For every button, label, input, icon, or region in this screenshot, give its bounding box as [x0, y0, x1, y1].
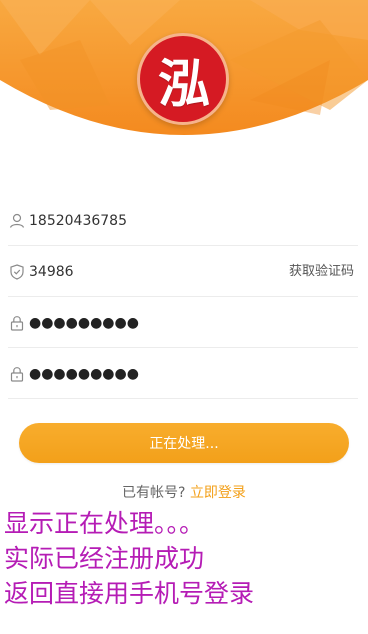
annotation-line-2: 实际已经注册成功 [4, 544, 205, 573]
logo-character: 泓 [157, 54, 210, 115]
confirm-password-field[interactable]: ●●●●●●●●● [8, 349, 358, 399]
shield-check-icon [10, 264, 24, 280]
annotation-line-3: 返回直接用手机号登录 [4, 579, 255, 608]
login-prompt: 已有帐号? 立即登录 [0, 483, 368, 503]
password-field[interactable]: ●●●●●●●●● [8, 298, 358, 348]
lock-icon [10, 367, 24, 382]
app-logo: 泓 [137, 33, 229, 125]
phone-value: 18520436785 [29, 213, 127, 229]
lock-icon [10, 316, 24, 331]
password-value: ●●●●●●●●● [29, 315, 139, 331]
login-prompt-text: 已有帐号? [122, 485, 186, 501]
verification-code-field[interactable]: 34986 获取验证码 [8, 247, 358, 297]
confirm-password-value: ●●●●●●●●● [29, 366, 139, 382]
get-code-button[interactable]: 获取验证码 [289, 262, 354, 282]
header-banner: 泓 [0, 0, 368, 160]
register-button[interactable]: 正在处理... [19, 423, 349, 463]
user-icon [9, 213, 25, 228]
verification-code-value: 34986 [29, 264, 74, 280]
phone-field[interactable]: 18520436785 [8, 196, 358, 246]
annotation-line-1: 显示正在处理。。。 [4, 509, 205, 538]
login-now-link[interactable]: 立即登录 [190, 485, 246, 501]
